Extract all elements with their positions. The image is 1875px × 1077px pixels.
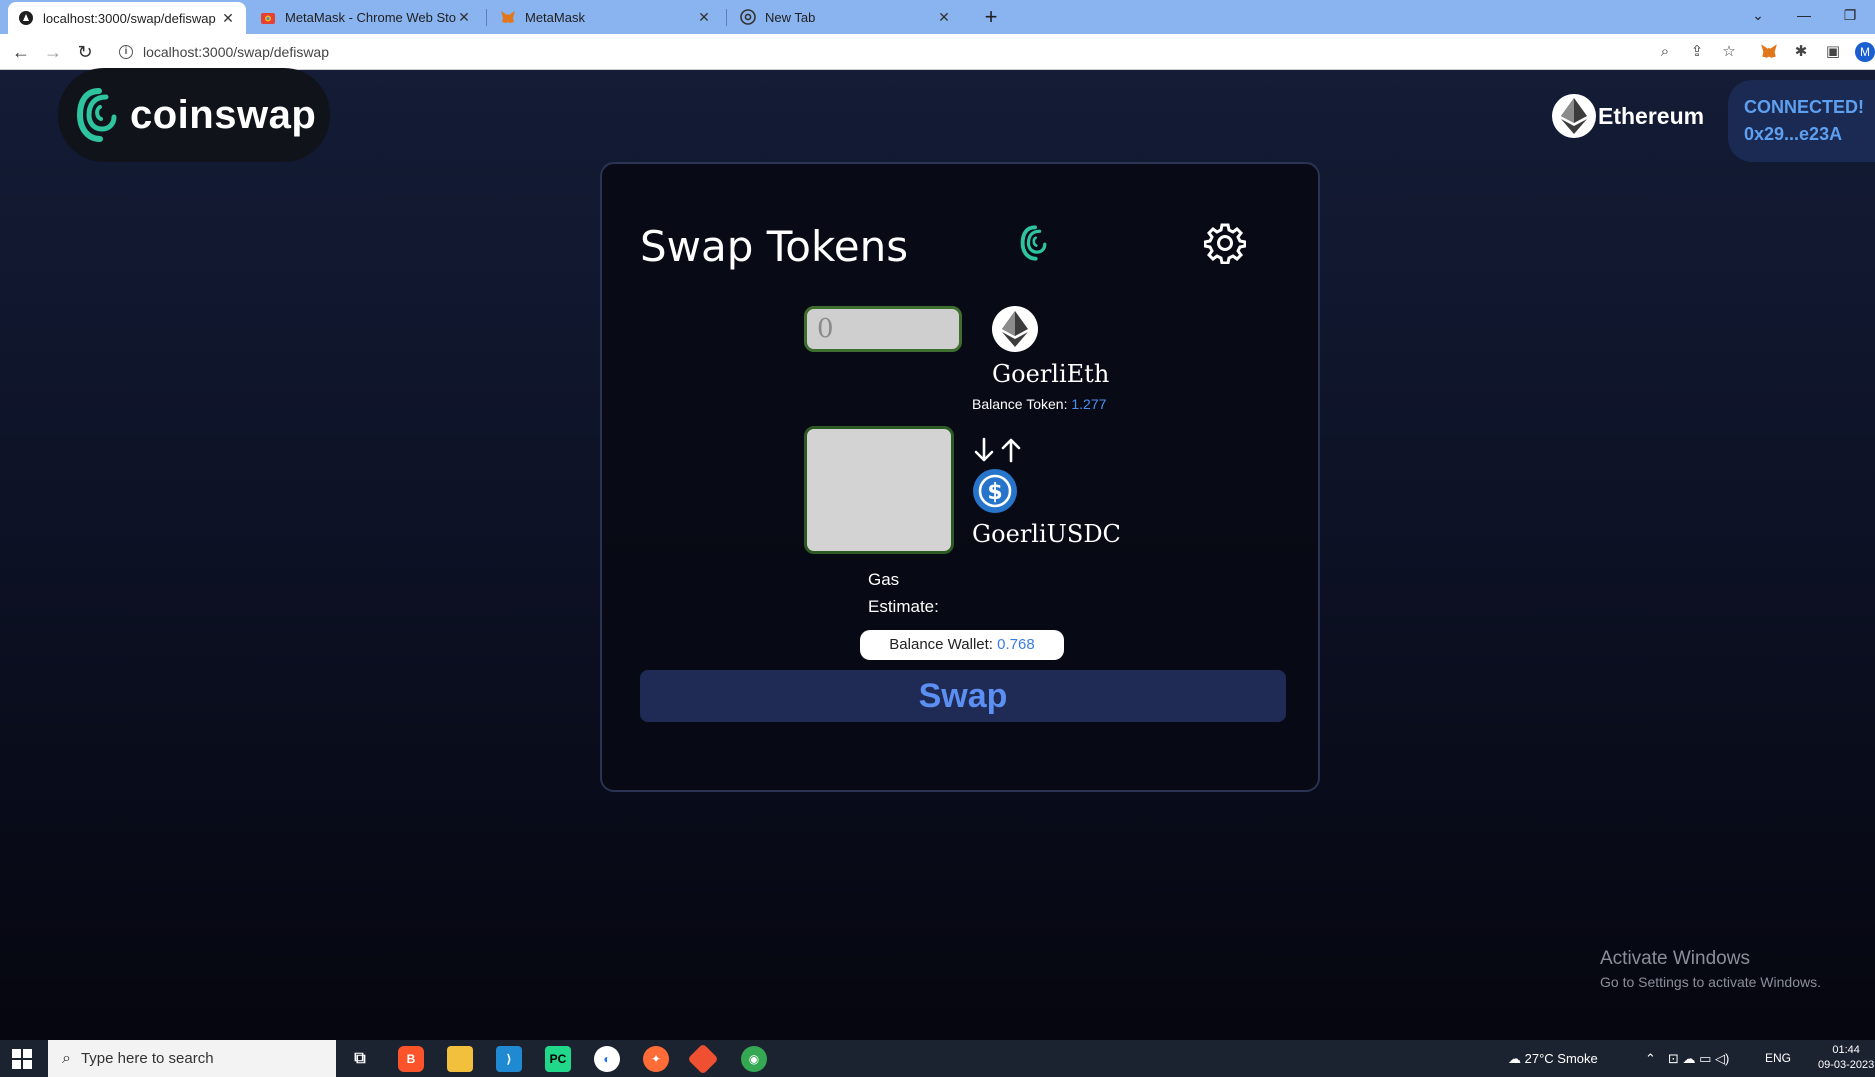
tray-chevron-icon[interactable]: ⌃ (1645, 1040, 1656, 1077)
close-tab-icon[interactable]: ✕ (456, 9, 472, 26)
activate-windows-watermark: Activate Windows Go to Settings to activ… (1600, 948, 1821, 990)
clock-time: 01:44 (1832, 1044, 1860, 1056)
swap-direction-arrows-icon[interactable] (972, 436, 1024, 464)
tab-divider (726, 9, 727, 26)
gas-estimate-label: Gas Estimate: (868, 570, 939, 616)
zoom-icon[interactable]: ⌕ (1655, 42, 1675, 62)
coinswap-logo-icon (1020, 225, 1047, 261)
clock-date: 09-03-2023 (1818, 1059, 1875, 1071)
weather-widget[interactable]: ☁ 27°C Smoke (1508, 1040, 1598, 1077)
watermark-title: Activate Windows (1600, 948, 1750, 969)
site-info-icon[interactable]: i (119, 45, 133, 59)
input-language[interactable]: ENG (1765, 1040, 1791, 1077)
tab-divider (486, 9, 487, 26)
tab-title: New Tab (765, 9, 816, 25)
from-token-balance: Balance Token: 1.277 (972, 396, 1106, 412)
postman-icon[interactable]: ✦ (643, 1046, 669, 1072)
watermark-subtitle: Go to Settings to activate Windows. (1600, 974, 1821, 990)
share-icon[interactable]: ⇪ (1687, 42, 1707, 62)
balance-token-value: 1.277 (1071, 396, 1107, 412)
logo-text: coinswap (130, 92, 317, 137)
chrome-web-store-icon (260, 9, 276, 25)
wallet-address: 0x29...e23A (1744, 124, 1843, 144)
pycharm-icon[interactable]: PC (545, 1046, 571, 1072)
app-icon[interactable]: ◐ (594, 1046, 620, 1072)
tray-icons[interactable]: ⊡ ☁ ▭ ◁) (1668, 1040, 1729, 1077)
chrome-icon (740, 9, 756, 25)
url-text: localhost:3000/swap/defiswap (143, 44, 330, 60)
task-view-icon[interactable]: ⧉ (347, 1046, 373, 1072)
tab-search-chevron-icon[interactable]: ⌄ (1735, 0, 1781, 30)
tab-new-tab[interactable]: New Tab ✕ (730, 0, 962, 34)
goerli-usdc-icon[interactable]: $ (972, 468, 1018, 514)
address-bar[interactable]: i localhost:3000/swap/defiswap (110, 38, 1730, 66)
weather-text: 27°C Smoke (1524, 1051, 1598, 1066)
tab-title: localhost:3000/swap/defiswap (43, 10, 216, 26)
minimize-window-icon[interactable]: — (1781, 0, 1827, 30)
metamask-fox-icon (500, 9, 516, 25)
tab-chrome-web-store[interactable]: MetaMask - Chrome Web Store ✕ (250, 0, 482, 34)
cloud-icon: ☁ (1508, 1051, 1521, 1066)
balance-wallet-label: Balance Wallet: (889, 636, 993, 653)
taskbar-search-box[interactable]: ⌕ Type here to search (48, 1040, 336, 1077)
reload-icon[interactable]: ↻ (73, 40, 97, 64)
extensions-puzzle-icon[interactable]: ✱ (1791, 42, 1811, 62)
to-token-name: GoerliUSDC (972, 520, 1121, 548)
svg-text:$: $ (987, 480, 1002, 505)
swap-button[interactable]: Swap (640, 670, 1286, 722)
site-favicon-icon (18, 10, 34, 26)
tab-defiswap[interactable]: localhost:3000/swap/defiswap ✕ (8, 2, 246, 34)
close-tab-icon[interactable]: ✕ (696, 9, 712, 26)
wallet-balance-badge: Balance Wallet: 0.768 (860, 630, 1064, 660)
network-label: Ethereum (1598, 102, 1705, 129)
from-token-name: GoerliEth (992, 360, 1110, 388)
search-placeholder: Type here to search (80, 1050, 214, 1067)
browser-toolbar: ← → ↻ i localhost:3000/swap/defiswap ⌕ ⇪… (0, 34, 1875, 70)
wallet-connect-button[interactable]: CONNECTED! 0x29...e23A (1728, 80, 1875, 162)
brave-browser-icon[interactable]: B (398, 1046, 424, 1072)
profile-avatar[interactable]: M (1855, 42, 1875, 62)
back-arrow-icon[interactable]: ← (9, 40, 33, 64)
git-icon[interactable] (687, 1043, 719, 1075)
balance-token-label: Balance Token: (972, 396, 1068, 412)
windows-taskbar: ⌕ Type here to search ⧉ B ⟩ PC ◐ ✦ ◉ ☁ 2… (0, 1040, 1875, 1077)
swap-card: Swap Tokens GoerliEth Balance Token: 1.2… (600, 162, 1320, 792)
taskbar-clock[interactable]: 01:44 09-03-2023 (1818, 1043, 1874, 1073)
network-selector[interactable]: Ethereum (1552, 94, 1704, 138)
file-explorer-icon[interactable] (447, 1046, 473, 1072)
tab-metamask[interactable]: MetaMask ✕ (490, 0, 722, 34)
close-tab-icon[interactable]: ✕ (936, 9, 952, 26)
bookmark-star-icon[interactable]: ☆ (1719, 42, 1739, 62)
swap-output-field[interactable] (804, 426, 954, 554)
vscode-icon[interactable]: ⟩ (496, 1046, 522, 1072)
search-icon: ⌕ (62, 1049, 71, 1067)
tab-title: MetaMask (525, 9, 585, 25)
coinswap-logo[interactable]: coinswap (58, 68, 330, 162)
browser-tab-strip: localhost:3000/swap/defiswap ✕ MetaMask … (0, 0, 1875, 34)
ethereum-icon (1552, 94, 1596, 138)
goerli-eth-icon[interactable] (992, 306, 1038, 352)
metamask-extension-icon[interactable] (1759, 42, 1779, 62)
settings-gear-icon[interactable] (1204, 222, 1246, 264)
restore-window-icon[interactable]: ❐ (1827, 0, 1873, 30)
card-title: Swap Tokens (640, 222, 909, 271)
close-tab-icon[interactable]: ✕ (220, 10, 236, 27)
tab-title: MetaMask - Chrome Web Store (285, 9, 456, 25)
app-page: coinswap Ethereum CONNECTED! 0x29...e23A… (0, 68, 1875, 1040)
forward-arrow-icon[interactable]: → (41, 40, 65, 64)
balance-wallet-value: 0.768 (997, 636, 1035, 653)
connection-status: CONNECTED! (1744, 97, 1864, 117)
coinswap-logo-icon (76, 88, 117, 142)
swap-amount-input[interactable] (804, 306, 962, 352)
windows-start-icon[interactable] (12, 1049, 32, 1069)
side-panel-icon[interactable]: ▣ (1823, 42, 1843, 62)
new-tab-button[interactable]: + (978, 4, 1004, 30)
chrome-taskbar-icon[interactable]: ◉ (741, 1046, 767, 1072)
